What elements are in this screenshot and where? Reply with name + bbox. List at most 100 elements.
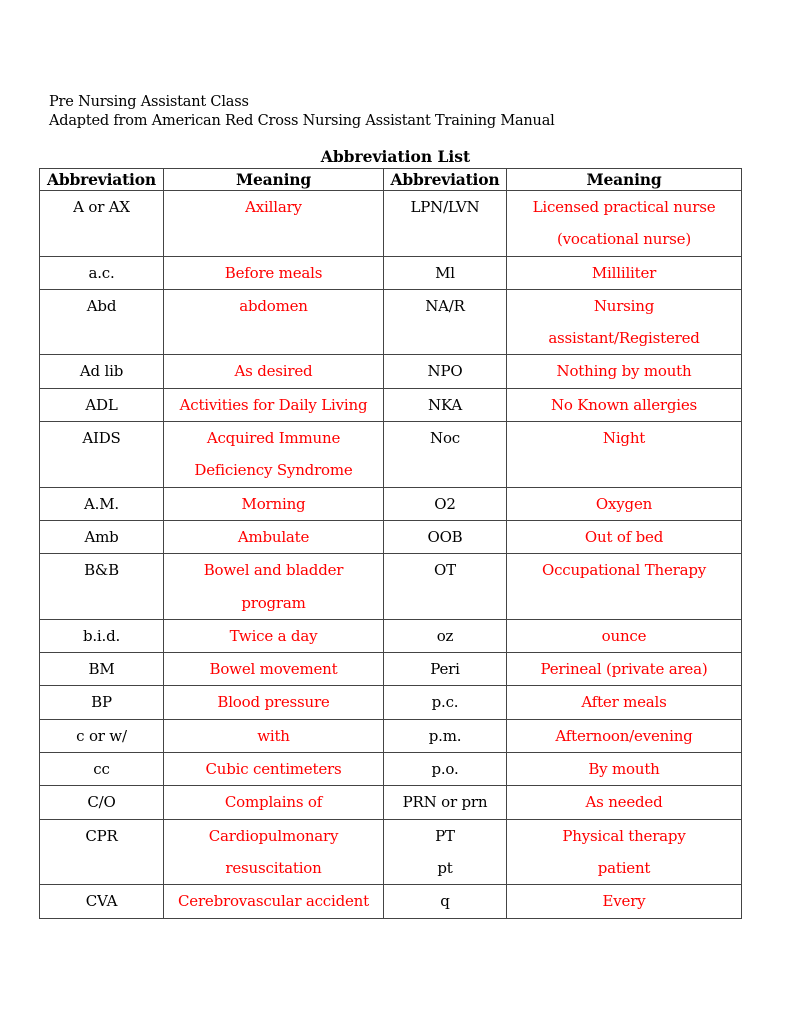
abbreviation-text: Peri — [430, 660, 460, 679]
meaning-text: abdomen — [239, 296, 308, 315]
abbreviation-text: NKA — [428, 395, 462, 414]
meaning-cell: Acquired Immune Deficiency Syndrome — [163, 421, 384, 488]
meaning-cell: Nursing assistant/Registered — [506, 288, 742, 356]
abbreviation-text: Abd — [86, 296, 117, 315]
meaning-cell: Morning — [163, 486, 384, 521]
meaning-text: Cerebrovascular accident — [178, 892, 369, 911]
table-row: ADL Activities for Daily Living NKA No Know… — [39, 387, 742, 423]
abbreviation-text: BP — [91, 693, 112, 712]
table-row: A or AX Axillary LPN/LVN Licensed practical… — [39, 190, 742, 257]
meaning-cell: As needed — [506, 785, 742, 820]
abbreviation-text: CPR — [85, 826, 118, 845]
course-title: Pre Nursing Assistant Class — [49, 94, 249, 110]
abbreviation-cell: p.m. — [383, 718, 507, 754]
meaning-text: patient — [597, 858, 651, 877]
document-title-text: Abbreviation List — [320, 147, 471, 166]
meaning-text: Licensed practical nurse — [532, 198, 716, 216]
abbreviation-text: p.m. — [428, 726, 462, 745]
meaning-cell: with — [163, 718, 384, 754]
abbreviation-cell: OOB — [383, 519, 507, 555]
meaning-cell: ounce — [506, 618, 742, 654]
meaning-cell: Complains of — [163, 785, 384, 820]
abbreviation-cell: b.i.d. — [39, 618, 164, 654]
meaning-text: Nursing — [593, 296, 655, 315]
meaning-text: (vocational nurse) — [556, 230, 692, 249]
meaning-text: Blood pressure — [217, 693, 330, 712]
meaning-cell: Oxygen — [506, 486, 742, 521]
source-note: Adapted from American Red Cross Nursing … — [49, 113, 555, 129]
abbreviation-cell: PRN or prn — [383, 785, 507, 820]
column-header-meaning: Meaning — [506, 168, 742, 191]
meaning-cell: Bowel and bladder program — [163, 553, 384, 620]
meaning-text: By mouth — [588, 760, 660, 779]
meaning-text: Oxygen — [595, 494, 653, 513]
abbreviation-cell: p.c. — [383, 685, 507, 720]
abbreviation-text: LPN/LVN — [410, 198, 480, 216]
abbreviation-cell: c or w/ — [39, 718, 164, 754]
meaning-text: assistant/Registered — [548, 329, 700, 348]
abbreviation-text: NPO — [427, 362, 463, 381]
table-header-row: Abbreviation Meaning Abbreviation Meanin… — [39, 168, 742, 191]
table-row: BP Blood pressure p.c. After meals — [39, 685, 742, 720]
meaning-text: Cubic centimeters — [205, 760, 342, 779]
abbreviation-text: Amb — [84, 527, 119, 546]
abbreviation-text: Noc — [430, 429, 460, 448]
abbreviation-cell: Abd — [39, 288, 164, 356]
abbreviation-cell: oz — [383, 618, 507, 654]
meaning-cell: As desired — [163, 354, 384, 389]
abbreviation-cell: C/O — [39, 785, 164, 820]
abbreviation-text: A.M. — [84, 494, 119, 513]
abbreviation-cell: AIDS — [39, 421, 164, 488]
column-header-abbreviation: Abbreviation — [383, 168, 507, 191]
abbreviation-text: AIDS — [82, 429, 121, 448]
meaning-text: Out of bed — [584, 527, 664, 546]
abbreviation-text: O2 — [434, 494, 456, 513]
table-row: c or w/with p.m. Afternoon/evening — [39, 718, 742, 754]
meaning-text: As desired — [234, 362, 313, 381]
meaning-cell: Afternoon/evening — [506, 718, 742, 754]
meaning-cell: Licensed practical nurse (vocational nurs… — [506, 190, 742, 257]
meaning-text: Afternoon/evening — [555, 726, 693, 745]
abbreviation-text: B&B — [84, 561, 119, 580]
meaning-cell: Blood pressure — [163, 685, 384, 720]
abbreviation-text: cc — [93, 760, 110, 779]
meaning-text: After meals — [581, 693, 667, 712]
meaning-text: Cardiopulmonary — [208, 826, 339, 845]
abbreviation-table: Abbreviation Meaning Abbreviation Meanin… — [39, 168, 742, 919]
meaning-text: Activities for Daily Living — [179, 395, 368, 414]
meaning-text: Complains of — [224, 793, 323, 812]
document-title: Abbreviation List — [0, 147, 791, 167]
meaning-text: Every — [602, 892, 646, 911]
abbreviation-cell: Amb — [39, 519, 164, 555]
meaning-cell: abdomen — [163, 288, 384, 356]
table-row: AIDS Acquired Immune Deficiency Syndrome No… — [39, 421, 742, 488]
abbreviation-cell: PT pt — [383, 818, 507, 886]
meaning-cell: Bowel movement — [163, 652, 384, 687]
meaning-text: Night — [602, 429, 646, 448]
table-row: Ad lib As desired NPO Nothing by mouth — [39, 354, 742, 389]
meaning-text: As needed — [585, 793, 663, 812]
meaning-text: ounce — [601, 626, 647, 645]
table-body: A or AX Axillary LPN/LVN Licensed practical… — [39, 190, 742, 919]
meaning-cell: After meals — [506, 685, 742, 720]
meaning-cell: Nothing by mouth — [506, 354, 742, 389]
abbreviation-text: PRN or prn — [402, 793, 488, 812]
abbreviation-text: b.i.d. — [82, 626, 121, 645]
meaning-cell: Physical therapy patient — [506, 818, 742, 886]
abbreviation-cell: NPO — [383, 354, 507, 389]
abbreviation-cell: OT — [383, 553, 507, 620]
meaning-cell: Out of bed — [506, 519, 742, 555]
meaning-cell: Axillary — [163, 190, 384, 257]
meaning-text: Bowel and bladder — [203, 561, 344, 580]
abbreviation-text: C/O — [87, 793, 116, 812]
abbreviation-text: q — [440, 892, 450, 911]
abbreviation-text: CVA — [85, 892, 118, 911]
table-row: b.i.d. Twice a day oz ounce — [39, 618, 742, 654]
abbreviation-cell: ADL — [39, 387, 164, 423]
abbreviation-cell: CPR — [39, 818, 164, 886]
meaning-cell: Cubic centimeters — [163, 752, 384, 787]
table-row: B&B Bowel and bladder program OT Occupationa… — [39, 553, 742, 620]
abbreviation-cell: NA/R — [383, 288, 507, 356]
meaning-cell: Perineal (private area) — [506, 652, 742, 687]
table-row: C/O Complains of PRN or prn As needed — [39, 785, 742, 820]
